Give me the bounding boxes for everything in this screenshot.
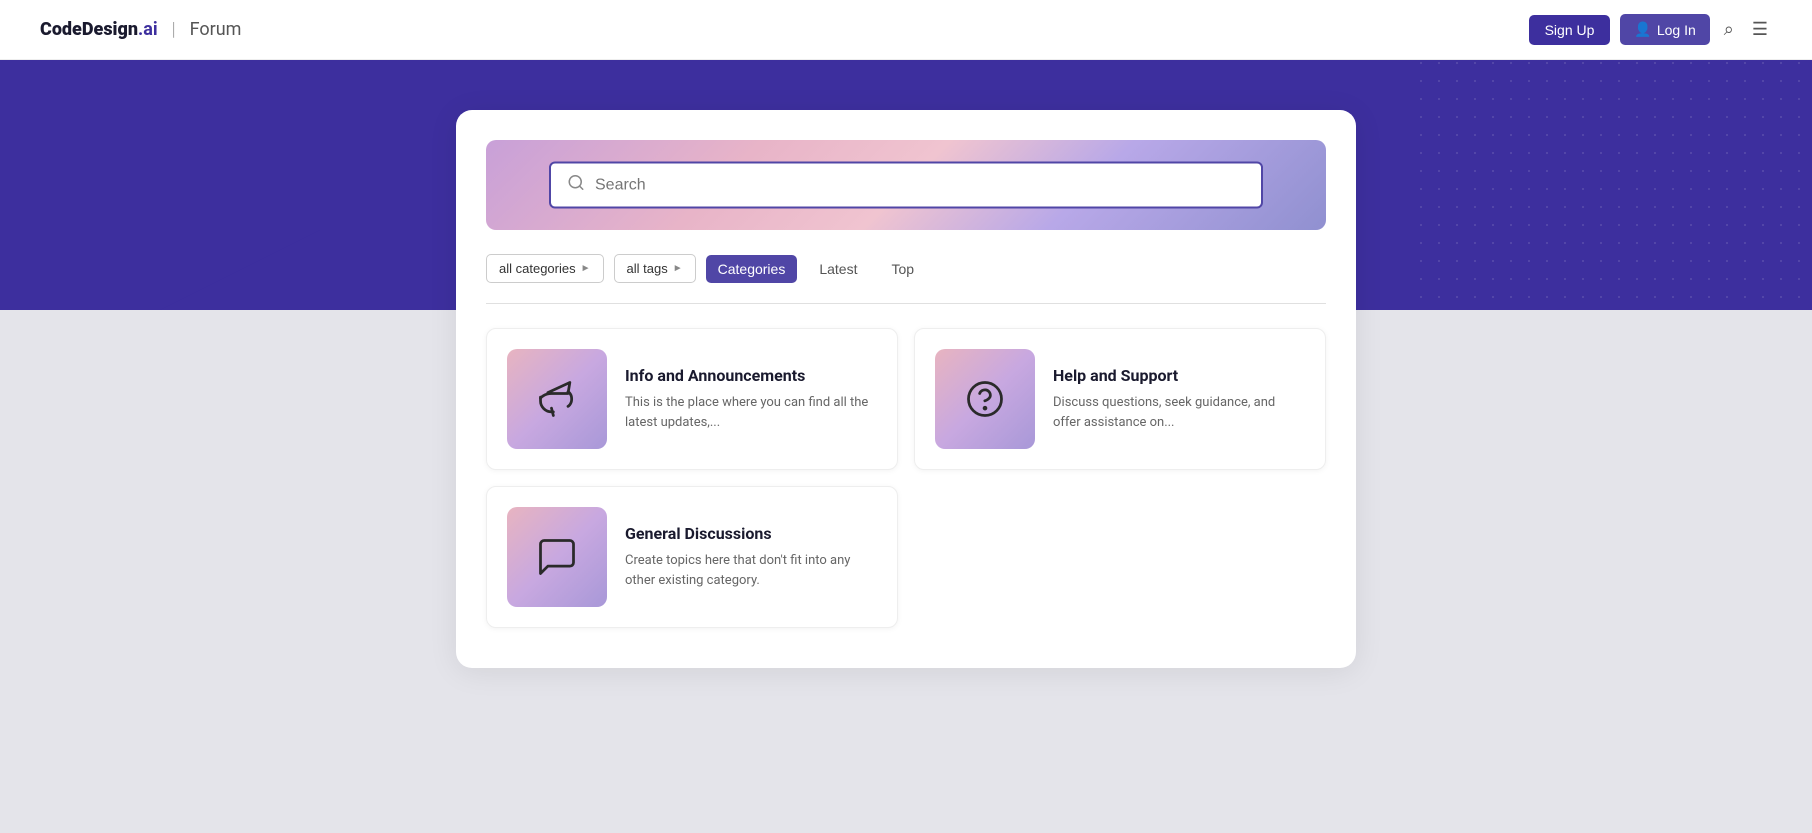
category-desc-info: This is the place where you can find all… xyxy=(625,393,877,432)
category-title-general: General Discussions xyxy=(625,524,877,543)
categories-filter-label: all categories xyxy=(499,261,576,276)
brand-name: CodeDesign.ai xyxy=(40,19,158,40)
tags-filter-label: all tags xyxy=(627,261,668,276)
category-title-help: Help and Support xyxy=(1053,366,1305,385)
category-desc-general: Create topics here that don't fit into a… xyxy=(625,551,877,590)
header: CodeDesign.ai | Forum Sign Up 👤 Log In ⌕… xyxy=(0,0,1812,60)
tab-categories[interactable]: Categories xyxy=(706,255,798,283)
tags-arrow-icon: ► xyxy=(673,263,683,274)
tab-top[interactable]: Top xyxy=(879,255,926,283)
category-card-general-discussions[interactable]: General Discussions Create topics here t… xyxy=(486,486,898,628)
search-wrapper xyxy=(549,162,1263,209)
user-icon: 👤 xyxy=(1634,21,1651,38)
search-icon[interactable]: ⌕ xyxy=(1720,15,1738,44)
category-icon-wrapper-general xyxy=(507,507,607,607)
category-content-general: General Discussions Create topics here t… xyxy=(625,524,877,590)
tab-latest[interactable]: Latest xyxy=(807,255,869,283)
forum-card: all categories ► all tags ► Categories L… xyxy=(456,110,1356,668)
search-box xyxy=(549,162,1263,209)
banner xyxy=(486,140,1326,230)
menu-icon[interactable]: ☰ xyxy=(1748,15,1772,44)
signup-button[interactable]: Sign Up xyxy=(1529,15,1611,45)
main-wrapper: all categories ► all tags ► Categories L… xyxy=(0,60,1812,708)
all-tags-filter[interactable]: all tags ► xyxy=(614,254,696,283)
categories-grid: Info and Announcements This is the place… xyxy=(486,328,1326,628)
chat-bubble-icon xyxy=(535,535,579,579)
category-content-help: Help and Support Discuss questions, seek… xyxy=(1053,366,1305,432)
category-icon-wrapper-info xyxy=(507,349,607,449)
search-input[interactable] xyxy=(595,176,1245,194)
separator: | xyxy=(172,19,176,40)
divider xyxy=(486,303,1326,304)
megaphone-icon xyxy=(535,377,579,421)
header-actions: Sign Up 👤 Log In ⌕ ☰ xyxy=(1529,14,1772,45)
filter-row: all categories ► all tags ► Categories L… xyxy=(486,254,1326,283)
forum-label: Forum xyxy=(190,19,242,40)
category-content-info: Info and Announcements This is the place… xyxy=(625,366,877,432)
category-card-help-support[interactable]: Help and Support Discuss questions, seek… xyxy=(914,328,1326,470)
login-button[interactable]: 👤 Log In xyxy=(1620,14,1709,45)
categories-arrow-icon: ► xyxy=(581,263,591,274)
category-card-info-announcements[interactable]: Info and Announcements This is the place… xyxy=(486,328,898,470)
logo: CodeDesign.ai | Forum xyxy=(40,19,241,40)
category-title-info: Info and Announcements xyxy=(625,366,877,385)
category-icon-wrapper-help xyxy=(935,349,1035,449)
question-circle-icon xyxy=(963,377,1007,421)
category-desc-help: Discuss questions, seek guidance, and of… xyxy=(1053,393,1305,432)
search-icon xyxy=(567,174,585,197)
all-categories-filter[interactable]: all categories ► xyxy=(486,254,604,283)
